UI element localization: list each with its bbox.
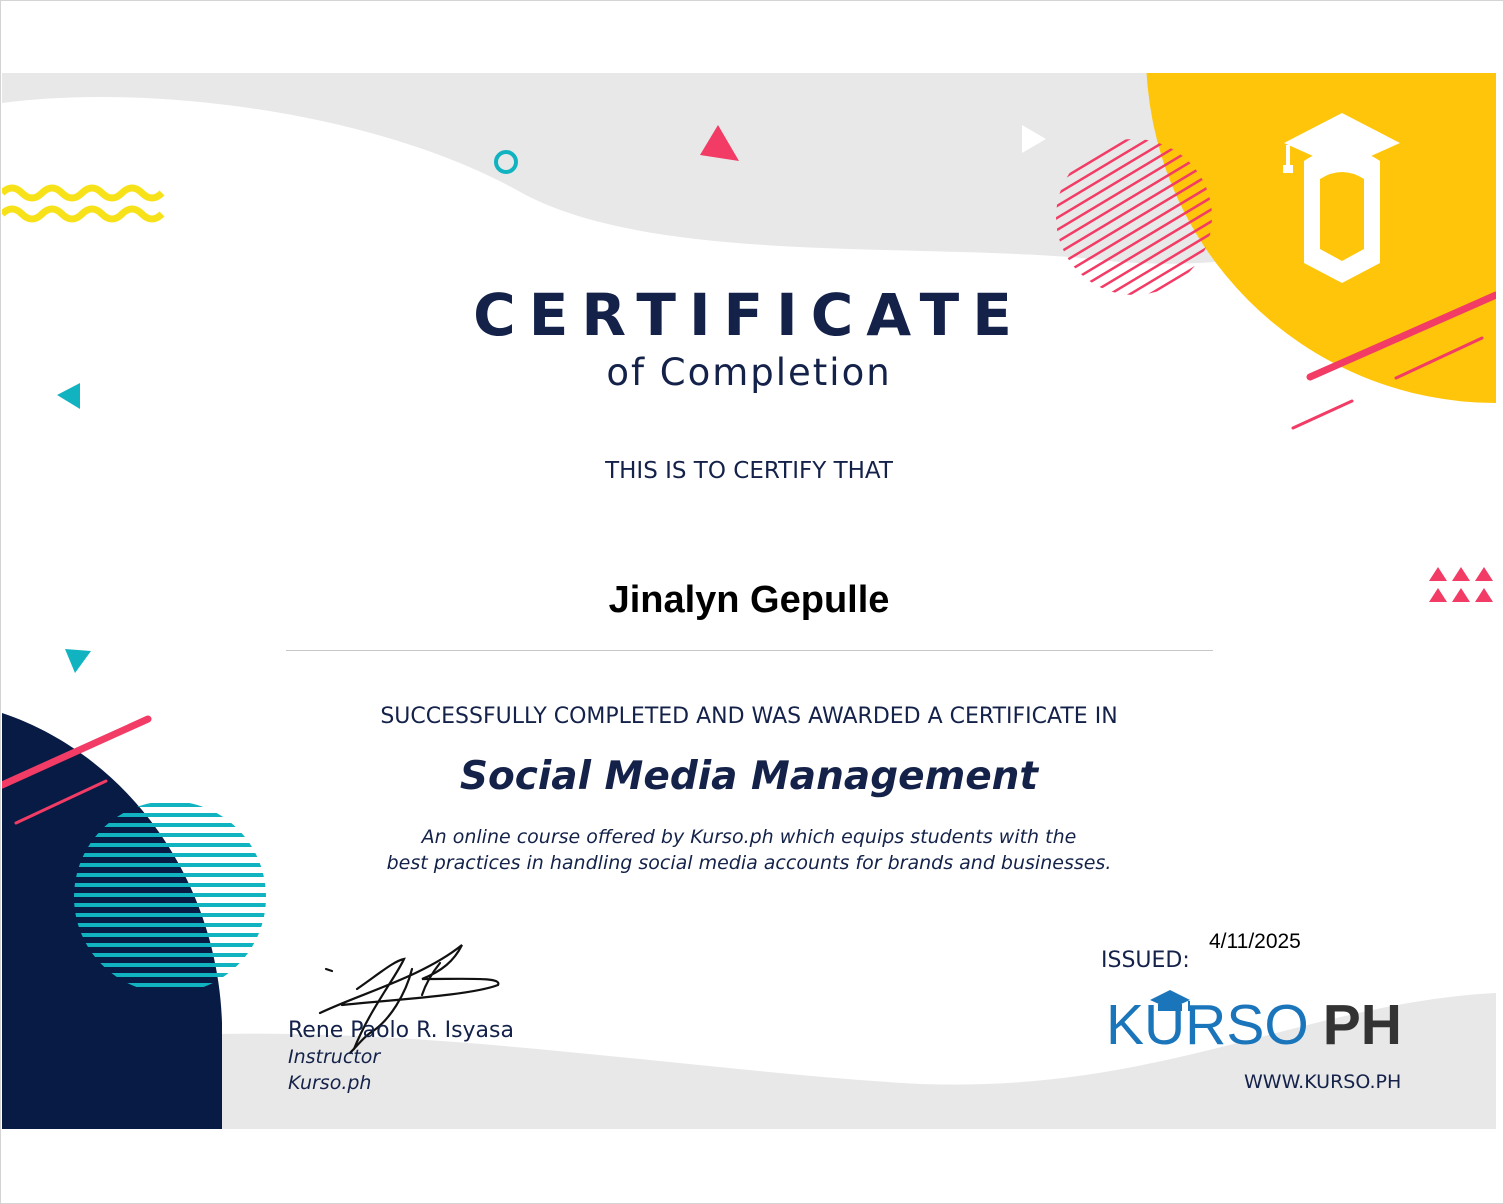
signatory-role: Instructor xyxy=(288,1046,381,1068)
awarded-line: SUCCESSFULLY COMPLETED AND WAS AWARDED A… xyxy=(380,704,1118,729)
yellow-zigzag xyxy=(2,184,165,202)
course-description-line-2: best practices in handling social media … xyxy=(386,852,1112,874)
teal-triangle xyxy=(65,649,91,673)
certificate-title: CERTIFICATE xyxy=(473,281,1025,349)
signatory-name: Rene Paolo R. Isyasa xyxy=(288,1018,514,1043)
pink-slash xyxy=(1291,399,1354,430)
brand-wordmark-secondary: PH xyxy=(1322,993,1402,1057)
yellow-zigzag xyxy=(2,205,165,223)
recipient-name: Jinalyn Gepulle xyxy=(608,579,890,621)
course-description-line-1: An online course offered by Kurso.ph whi… xyxy=(421,826,1077,848)
name-underline xyxy=(286,650,1213,651)
brand-logo: KURSO PH xyxy=(1106,997,1402,1054)
brand-website: WWW.KURSO.PH xyxy=(1244,1071,1402,1093)
issued-label: ISSUED: xyxy=(1101,948,1190,973)
course-description: An online course offered by Kurso.ph whi… xyxy=(2,824,1496,876)
certify-line: THIS IS TO CERTIFY THAT xyxy=(605,458,893,484)
certificate-subtitle: of Completion xyxy=(606,351,892,394)
issued-date: 4/11/2025 xyxy=(1209,930,1301,953)
course-title: Social Media Management xyxy=(459,754,1039,799)
certificate-canvas: CERTIFICATE of Completion THIS IS TO CER… xyxy=(2,73,1496,1129)
signatory-organization: Kurso.ph xyxy=(288,1072,372,1094)
certificate-frame: CERTIFICATE of Completion THIS IS TO CER… xyxy=(0,0,1504,1204)
brand-wordmark-primary: KURSO xyxy=(1106,993,1309,1057)
